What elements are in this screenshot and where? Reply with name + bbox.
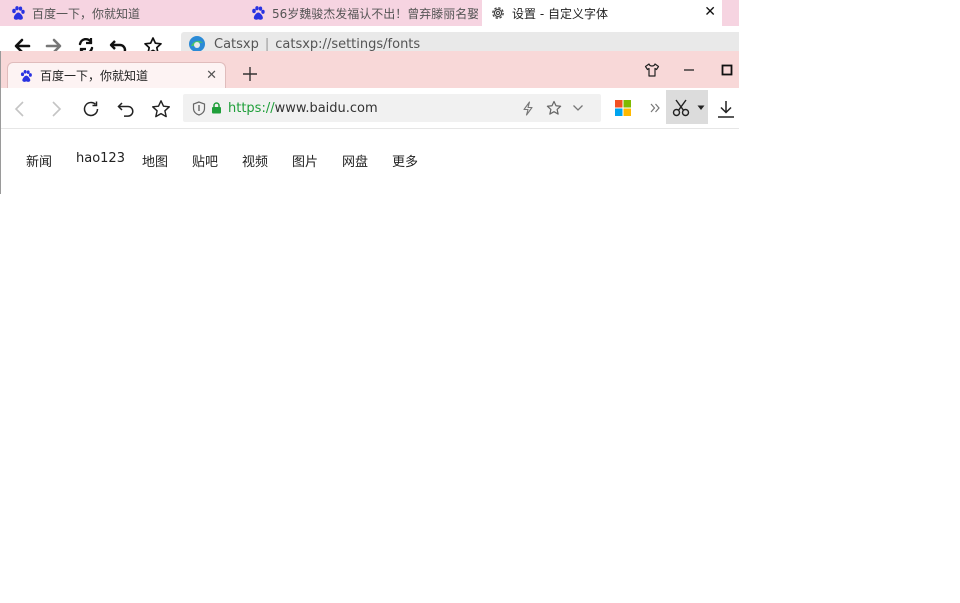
nav-link-video[interactable]: 视频 [242, 151, 268, 170]
outer-tab-title: 设置 - 自定义字体 [512, 6, 608, 21]
inner-toolbar: https://www.baidu.com [1, 88, 739, 129]
url-scheme: https:// [228, 101, 275, 116]
nav-link-tieba[interactable]: 贴吧 [192, 151, 218, 170]
nav-link-more[interactable]: 更多 [392, 151, 418, 170]
outer-tab-news[interactable]: 56岁魏骏杰发福认不出！曾弃滕丽名娶 [250, 0, 478, 26]
baidu-top-nav: 新闻 hao123 地图 贴吧 视频 图片 网盘 更多 [1, 129, 739, 193]
nav-link-netdisk[interactable]: 网盘 [342, 151, 368, 170]
more-extensions-chevrons-icon[interactable] [649, 102, 661, 114]
screenshot-cut-button[interactable] [666, 90, 708, 124]
outer-tab-baidu[interactable]: 百度一下，你就知道 [10, 0, 238, 26]
outer-tab-settings-fonts[interactable]: 设置 - 自定义字体 ✕ [482, 0, 722, 26]
baidu-paw-icon [252, 6, 265, 20]
nav-link-hao123[interactable]: hao123 [76, 151, 125, 166]
new-tab-plus-icon[interactable] [241, 65, 259, 83]
outer-tab-title: 56岁魏骏杰发福认不出！曾弃滕丽名娶 [272, 6, 478, 21]
nav-link-news[interactable]: 新闻 [26, 151, 52, 170]
address-site-name: Catsxp [214, 37, 259, 52]
download-icon[interactable] [716, 99, 736, 119]
inner-browser-window: 百度一下，你就知道 ✕ https://www.baidu.com 新闻 hao… [0, 51, 739, 194]
baidu-paw-icon [12, 6, 25, 20]
baidu-paw-icon [20, 69, 32, 82]
favorite-star-icon[interactable] [150, 98, 172, 120]
address-url: catsxp://settings/fonts [275, 37, 421, 52]
url-host: www.baidu.com [274, 101, 378, 116]
outer-tab-title: 百度一下，你就知道 [32, 6, 141, 21]
outer-tab-strip-end [722, 0, 739, 26]
scissors-icon [672, 99, 690, 117]
lock-icon [212, 102, 221, 114]
inner-address-bar[interactable]: https://www.baidu.com [183, 94, 601, 122]
chevron-down-icon[interactable] [572, 103, 584, 113]
skin-shirt-icon[interactable] [644, 62, 660, 78]
apps-grid-icon[interactable] [614, 99, 632, 117]
close-icon[interactable]: ✕ [704, 4, 716, 20]
nav-link-map[interactable]: 地图 [142, 151, 168, 170]
gear-icon [492, 7, 504, 19]
chevron-down-icon[interactable] [697, 105, 705, 111]
inner-tab-bar: 百度一下，你就知道 ✕ [1, 51, 739, 88]
minimize-icon[interactable] [681, 62, 697, 78]
close-icon[interactable]: ✕ [206, 68, 217, 83]
inner-tab-title: 百度一下，你就知道 [40, 69, 149, 83]
address-separator: | [264, 37, 270, 52]
lightning-icon[interactable] [521, 101, 535, 116]
maximize-icon[interactable] [719, 62, 735, 78]
shield-icon [192, 101, 206, 116]
nav-link-images[interactable]: 图片 [292, 151, 318, 170]
back-chevron-icon[interactable] [9, 98, 31, 120]
refresh-icon[interactable] [80, 98, 102, 120]
forward-chevron-icon[interactable] [45, 98, 67, 120]
add-bookmark-star-icon[interactable] [546, 100, 562, 116]
inner-tab-baidu[interactable]: 百度一下，你就知道 ✕ [7, 62, 226, 88]
address-url: https://www.baidu.com [228, 101, 378, 116]
undo-close-icon[interactable] [115, 98, 137, 120]
